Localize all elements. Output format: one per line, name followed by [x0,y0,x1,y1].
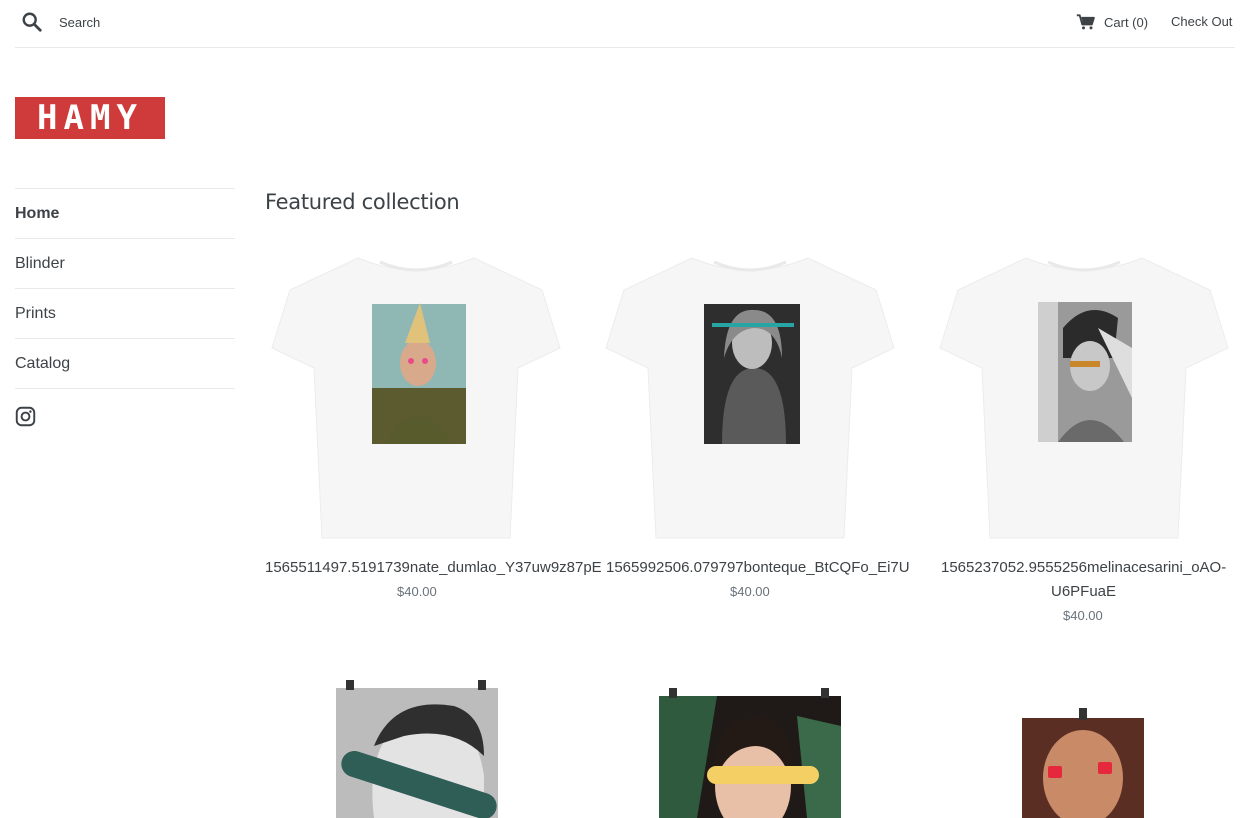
product-price-2: $40.00 [730,584,770,599]
checkout-link[interactable]: Check Out [1171,14,1232,29]
product-image-6[interactable] [1020,708,1146,818]
nav-item-blinder[interactable]: Blinder [15,239,235,289]
product-image-3[interactable] [938,248,1230,542]
product-image-2[interactable] [604,248,896,542]
product-title-2[interactable]: 1565992506.079797bonteque_BtCQFo_Ei7U [606,559,910,576]
product-image-5[interactable] [657,686,843,818]
logo[interactable]: HAMY [15,97,165,139]
nav-item-catalog[interactable]: Catalog [15,339,235,389]
product-price-3: $40.00 [1063,608,1103,623]
nav-item-home[interactable]: Home [15,189,235,239]
cart-link[interactable]: Cart (0) [1076,12,1148,32]
search-icon[interactable] [21,11,43,33]
nav-item-prints[interactable]: Prints [15,289,235,339]
product-image-1[interactable] [270,248,562,542]
product-title-3-line1[interactable]: 1565237052.9555256melinacesarini_oAO- [941,559,1226,576]
cart-label: Cart (0) [1104,14,1149,30]
product-title-3-line2[interactable]: U6PFuaE [1051,583,1116,600]
sidebar-nav: Home Blinder Prints Catalog [15,188,235,389]
instagram-icon[interactable] [15,406,36,427]
cart-icon [1076,14,1095,30]
logo-text: HAMY [37,98,143,138]
product-price-1: $40.00 [397,584,437,599]
top-bar: Cart (0) Check Out [15,0,1235,48]
product-title-1[interactable]: 1565511497.5191739nate_dumlao_Y37uw9z87p… [265,559,602,576]
product-image-4[interactable] [334,676,500,818]
search-input[interactable] [59,12,359,32]
section-title: Featured collection [265,190,460,214]
